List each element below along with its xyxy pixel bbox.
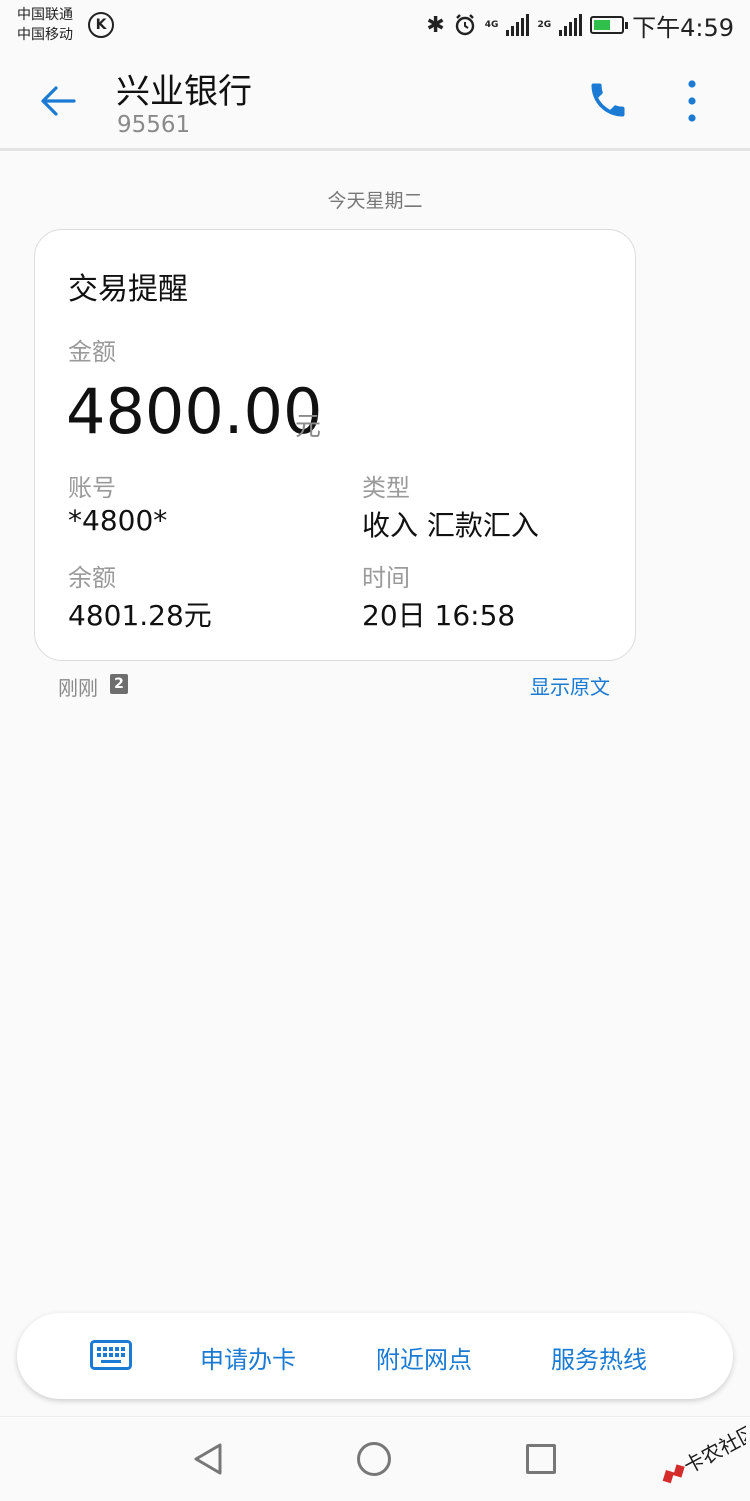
battery-charging-icon: [590, 16, 629, 34]
menu-service-hotline[interactable]: 服务热线: [551, 1340, 647, 1375]
back-arrow-icon[interactable]: [34, 76, 84, 126]
time-label: 时间: [362, 564, 410, 592]
more-vert-icon[interactable]: [680, 78, 704, 124]
type-value: 收入 汇款汇入: [362, 509, 539, 542]
time-value: 20日 16:58: [362, 599, 516, 632]
message-sent-time: 刚刚: [58, 676, 98, 700]
show-original-link[interactable]: 显示原文: [530, 671, 610, 700]
carrier-2: 中国移动: [17, 27, 73, 43]
nav-recents-icon[interactable]: [526, 1444, 556, 1474]
alarm-icon: [455, 14, 474, 36]
bluetooth-icon: ✱: [426, 12, 445, 38]
network-type-1: 4G: [484, 20, 499, 30]
contact-title: 兴业银行: [116, 72, 252, 112]
nav-home-icon[interactable]: [357, 1442, 391, 1476]
menu-apply-card[interactable]: 申请办卡: [200, 1340, 296, 1375]
balance-value: 4801.28元: [68, 599, 212, 632]
menu-nearby-branches[interactable]: 附近网点: [376, 1340, 472, 1375]
amount-unit: 元: [295, 412, 322, 442]
keyboard-icon[interactable]: [90, 1340, 132, 1370]
phone-icon[interactable]: [586, 78, 630, 122]
svg-text:卡农社区: 卡农社区: [680, 1420, 746, 1479]
status-clock: 下午4:59: [632, 13, 734, 42]
amount-value: 4800.00: [66, 375, 323, 448]
nav-back-icon[interactable]: [190, 1441, 226, 1477]
system-nav-bar: [0, 1416, 750, 1501]
amount-label: 金额: [68, 338, 116, 366]
signal-icon-2: [559, 14, 583, 36]
conversation-header: 兴业银行 95561: [0, 52, 750, 151]
signal-icon: [506, 14, 530, 36]
account-label: 账号: [68, 474, 116, 502]
network-type-2: 2G: [537, 20, 552, 30]
date-separator: 今天星期二: [327, 190, 423, 212]
carrier-1: 中国联通: [17, 7, 73, 23]
contact-number: 95561: [117, 112, 191, 138]
status-icons: ✱ 4G 2G 下午4:59: [426, 8, 734, 42]
carrier-labels: 中国联通 中国移动: [17, 5, 73, 45]
transaction-card[interactable]: 交易提醒 金额 4800.00 元 账号 *4800* 类型 收入 汇款汇入 余…: [34, 229, 636, 661]
card-title: 交易提醒: [68, 272, 188, 307]
sim-badge: 2: [110, 674, 128, 694]
account-value: *4800*: [68, 504, 168, 537]
watermark-logo: 卡农社区: [662, 1420, 746, 1484]
status-bar: 中国联通 中国移动 K ✱ 4G 2G 下午4:59: [0, 0, 750, 52]
balance-label: 余额: [68, 564, 116, 592]
quick-menu-bar: 申请办卡 附近网点 服务热线: [17, 1313, 733, 1399]
type-label: 类型: [362, 474, 410, 502]
k-badge-icon: K: [88, 12, 114, 38]
